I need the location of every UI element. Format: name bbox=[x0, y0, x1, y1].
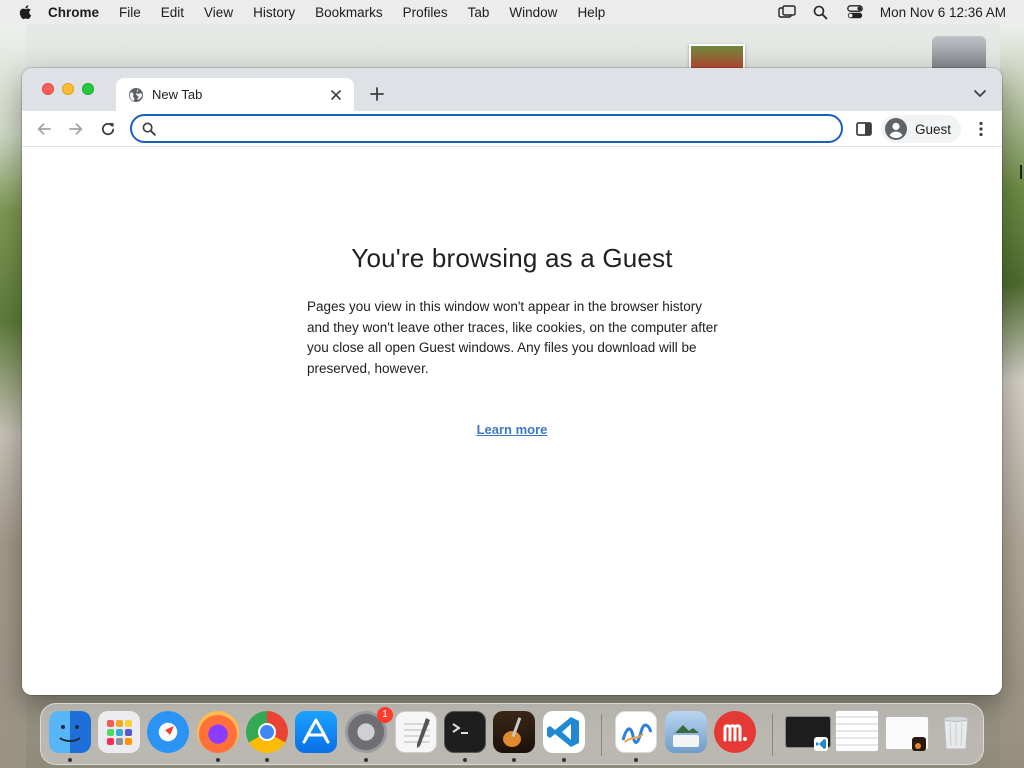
window-close-button[interactable] bbox=[42, 83, 54, 95]
dock-app-store-icon[interactable] bbox=[295, 711, 337, 753]
arrow-left-icon bbox=[37, 123, 51, 135]
menu-file[interactable]: File bbox=[119, 5, 141, 20]
dock-document-window-thumbnail[interactable] bbox=[885, 716, 929, 751]
dock-firefox-icon[interactable] bbox=[197, 711, 239, 753]
menu-history[interactable]: History bbox=[253, 5, 295, 20]
more-menu-icon[interactable] bbox=[972, 120, 990, 138]
dock-system-settings-icon[interactable]: 1 bbox=[345, 707, 393, 753]
chrome-running-indicator bbox=[265, 758, 269, 762]
browser-window: New Tab Guest You're browsing as a Guest… bbox=[22, 68, 1002, 695]
dock-launchpad-icon[interactable] bbox=[98, 711, 140, 753]
dock-terminal-vscode-window-thumbnail[interactable] bbox=[785, 716, 831, 751]
menu-bookmarks[interactable]: Bookmarks bbox=[315, 5, 383, 20]
dock-finder-icon[interactable] bbox=[49, 711, 91, 753]
reload-button[interactable] bbox=[98, 119, 118, 139]
tab-strip: New Tab bbox=[22, 68, 1002, 111]
dock-chrome-icon[interactable] bbox=[246, 711, 288, 753]
avatar-icon bbox=[885, 118, 907, 140]
menu-edit[interactable]: Edit bbox=[161, 5, 184, 20]
terminal-running-indicator bbox=[463, 758, 467, 762]
dock-preview-icon[interactable] bbox=[665, 711, 707, 753]
address-input[interactable] bbox=[164, 117, 841, 140]
desktop-drive-icon[interactable] bbox=[932, 36, 986, 70]
menu-view[interactable]: View bbox=[204, 5, 233, 20]
apple-logo-icon[interactable] bbox=[18, 4, 34, 20]
dock-separator-recent bbox=[772, 714, 773, 756]
vscode-running-indicator bbox=[562, 758, 566, 762]
control-center-icon[interactable] bbox=[846, 3, 864, 21]
dock-terminal-icon[interactable] bbox=[444, 711, 486, 753]
browser-toolbar: Guest bbox=[22, 111, 1002, 147]
vscode-small-icon bbox=[814, 737, 828, 751]
profile-button[interactable]: Guest bbox=[881, 115, 962, 143]
learn-more-link[interactable]: Learn more bbox=[22, 422, 1002, 437]
dock-safari-icon[interactable] bbox=[147, 711, 189, 753]
system-settings-running-indicator bbox=[364, 758, 368, 762]
dock-textedit-icon[interactable] bbox=[395, 711, 437, 753]
freeform-running-indicator bbox=[634, 758, 638, 762]
dock-m-app-icon[interactable] bbox=[714, 711, 756, 753]
side-panel-icon[interactable] bbox=[855, 120, 873, 138]
menu-help[interactable]: Help bbox=[577, 5, 605, 20]
window-controls bbox=[42, 83, 94, 95]
menu-app-name[interactable]: Chrome bbox=[48, 5, 99, 20]
status-area: Mon Nov 6 12:36 AM bbox=[778, 0, 1024, 24]
forward-button[interactable] bbox=[66, 119, 86, 139]
garageband-running-indicator bbox=[512, 758, 516, 762]
new-tab-button[interactable] bbox=[366, 83, 388, 105]
menu-window[interactable]: Window bbox=[509, 5, 557, 20]
window-minimize-button[interactable] bbox=[62, 83, 74, 95]
tab-search-chevron-down-icon[interactable] bbox=[972, 85, 988, 101]
screen-mirroring-icon[interactable] bbox=[778, 3, 796, 21]
tab-title: New Tab bbox=[152, 87, 203, 102]
plus-icon bbox=[370, 87, 384, 101]
dock-separator bbox=[601, 714, 602, 756]
notification-badge: 1 bbox=[377, 707, 393, 723]
spotlight-search-icon[interactable] bbox=[812, 3, 830, 21]
globe-icon bbox=[129, 87, 143, 102]
guest-description: Pages you view in this window won't appe… bbox=[307, 299, 718, 376]
menu-tab[interactable]: Tab bbox=[468, 5, 490, 20]
menu-bar-clock[interactable]: Mon Nov 6 12:36 AM bbox=[880, 5, 1006, 20]
page-title: You're browsing as a Guest bbox=[351, 243, 673, 273]
arrow-right-icon bbox=[69, 123, 83, 135]
reload-icon bbox=[101, 122, 115, 136]
window-zoom-button[interactable] bbox=[82, 83, 94, 95]
dock-garageband-icon[interactable] bbox=[493, 711, 535, 753]
tab-new-tab[interactable]: New Tab bbox=[116, 78, 354, 111]
dock-vscode-icon[interactable] bbox=[543, 711, 585, 753]
menu-bar: Chrome File Edit View History Bookmarks … bbox=[0, 0, 1024, 24]
menu-profiles[interactable]: Profiles bbox=[403, 5, 448, 20]
search-icon bbox=[142, 122, 156, 136]
dock-trash-icon[interactable] bbox=[935, 711, 977, 753]
back-button[interactable] bbox=[34, 119, 54, 139]
close-tab-icon[interactable] bbox=[328, 87, 344, 103]
dock: 1 bbox=[40, 703, 984, 765]
page-content: You're browsing as a Guest Pages you vie… bbox=[22, 147, 1002, 695]
profile-label: Guest bbox=[915, 121, 952, 137]
firefox-running-indicator bbox=[216, 758, 220, 762]
dock-finder-window-thumbnail[interactable] bbox=[835, 710, 879, 752]
finder-running-indicator bbox=[68, 758, 72, 762]
mouse-cursor-icon bbox=[1020, 165, 1022, 179]
address-bar[interactable] bbox=[130, 114, 843, 143]
dock-freeform-icon[interactable] bbox=[615, 711, 657, 753]
desktop-photo-icon[interactable] bbox=[689, 44, 745, 70]
garageband-small-icon bbox=[912, 737, 926, 751]
desktop-wallpaper-right bbox=[1000, 24, 1024, 768]
